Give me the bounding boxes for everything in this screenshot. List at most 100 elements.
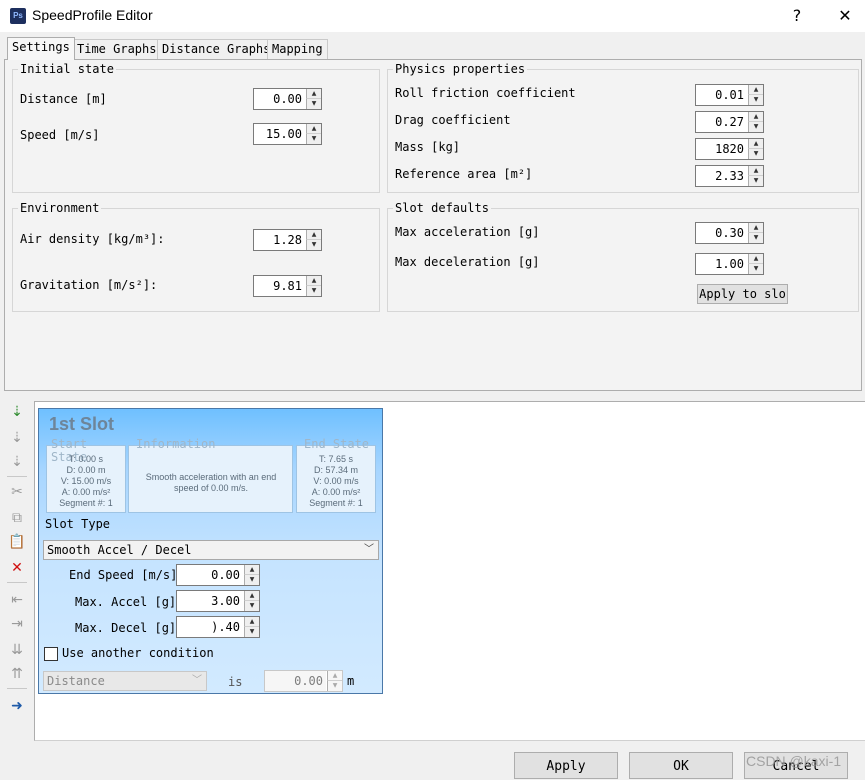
spin-down-icon[interactable]: ▼	[306, 134, 321, 144]
slot-title: 1st Slot	[49, 414, 115, 434]
max-deceleration-spinbox[interactable]: 1.00 ▲ ▼	[695, 253, 764, 275]
distance-value[interactable]: 0.00	[254, 89, 305, 109]
copy-slot-icon[interactable]: ⧉	[7, 508, 27, 528]
merge-icon[interactable]: ⇊	[7, 640, 27, 660]
condition-value-spinbox[interactable]: 0.00 ▲ ▼	[264, 670, 343, 692]
spin-down-icon[interactable]: ▼	[748, 176, 763, 186]
mass-value[interactable]: 1820	[696, 139, 747, 159]
move-left-icon[interactable]: ⇤	[7, 590, 27, 610]
spin-down-icon[interactable]: ▼	[748, 149, 763, 159]
roll-friction-spinbox[interactable]: 0.01 ▲ ▼	[695, 84, 764, 106]
insert-slot-after-icon[interactable]: ⇣	[7, 452, 27, 472]
end-state-values: T: 7.65 s D: 57.34 m V: 0.00 m/s A: 0.00…	[309, 454, 363, 508]
title-bar: Ps SpeedProfile Editor ? ✕	[0, 0, 865, 32]
max-decel-spinbox[interactable]: ).40 ▲ ▼	[176, 616, 260, 638]
gravitation-value[interactable]: 9.81	[254, 276, 305, 296]
spin-up-icon[interactable]: ▲	[306, 124, 321, 134]
end-speed-spinbox[interactable]: 0.00 ▲ ▼	[176, 564, 260, 586]
max-decel-value[interactable]: ).40	[177, 617, 243, 637]
spin-up-icon[interactable]: ▲	[306, 230, 321, 240]
reference-area-value[interactable]: 2.33	[696, 166, 747, 186]
spin-down-icon[interactable]: ▼	[327, 681, 342, 691]
toolbar-divider	[7, 476, 27, 477]
max-acceleration-spinbox[interactable]: 0.30 ▲ ▼	[695, 222, 764, 244]
drag-coefficient-label: Drag coefficient	[395, 113, 511, 127]
add-slot-icon[interactable]: ⇣	[7, 402, 27, 422]
max-decel-label: Max. Decel [g]:	[75, 621, 184, 635]
spin-up-icon[interactable]: ▲	[748, 139, 763, 149]
spin-up-icon[interactable]: ▲	[327, 671, 342, 681]
delete-slot-icon[interactable]: ✕	[7, 558, 27, 578]
environment-group	[12, 208, 380, 312]
mass-spinbox[interactable]: 1820 ▲ ▼	[695, 138, 764, 160]
gravitation-label: Gravitation [m/s²]:	[20, 278, 158, 292]
move-right-icon[interactable]: ⇥	[7, 614, 27, 634]
max-acceleration-value[interactable]: 0.30	[696, 223, 747, 243]
tab-mapping[interactable]: Mapping	[267, 39, 328, 59]
spin-up-icon[interactable]: ▲	[748, 254, 763, 264]
spin-down-icon[interactable]: ▼	[306, 99, 321, 109]
air-density-label: Air density [kg/m³]:	[20, 232, 165, 246]
spin-up-icon[interactable]: ▲	[306, 276, 321, 286]
help-button[interactable]: ?	[784, 4, 810, 28]
drag-coefficient-value[interactable]: 0.27	[696, 112, 747, 132]
start-state-values: T: 0.00 s D: 0.00 m V: 15.00 m/s A: 0.00…	[59, 454, 113, 508]
drag-coefficient-spinbox[interactable]: 0.27 ▲ ▼	[695, 111, 764, 133]
ok-button[interactable]: OK	[629, 752, 733, 779]
tab-settings[interactable]: Settings	[7, 37, 75, 60]
use-condition-checkbox[interactable]	[44, 647, 58, 661]
insert-slot-icon[interactable]: ⇣	[7, 428, 27, 448]
condition-field-select[interactable]: Distance ﹀	[43, 671, 207, 691]
speed-spinbox[interactable]: 15.00 ▲ ▼	[253, 123, 322, 145]
spin-up-icon[interactable]: ▲	[748, 223, 763, 233]
spin-down-icon[interactable]: ▼	[748, 233, 763, 243]
spin-down-icon[interactable]: ▼	[748, 95, 763, 105]
spin-up-icon[interactable]: ▲	[306, 89, 321, 99]
information-text: Smooth acceleration with an end speed of…	[145, 472, 277, 493]
tab-time-graphs[interactable]: Time Graphs	[72, 39, 162, 59]
paste-slot-icon[interactable]: 📋	[7, 532, 27, 552]
end-speed-value[interactable]: 0.00	[177, 565, 243, 585]
spin-up-icon[interactable]: ▲	[244, 591, 259, 601]
chevron-down-icon[interactable]: ﹀	[192, 672, 202, 690]
spin-down-icon[interactable]: ▼	[244, 627, 259, 637]
spin-down-icon[interactable]: ▼	[244, 575, 259, 585]
spin-up-icon[interactable]: ▲	[748, 166, 763, 176]
apply-to-slots-button[interactable]: Apply to slo	[697, 284, 788, 304]
spin-up-icon[interactable]: ▲	[748, 112, 763, 122]
roll-friction-value[interactable]: 0.01	[696, 85, 747, 105]
apply-button[interactable]: Apply	[514, 752, 618, 779]
slot-type-select[interactable]: Smooth Accel / Decel ﹀	[43, 540, 379, 560]
distance-spinbox[interactable]: 0.00 ▲ ▼	[253, 88, 322, 110]
spin-up-icon[interactable]: ▲	[244, 565, 259, 575]
condition-is-label: is	[228, 675, 243, 689]
reference-area-spinbox[interactable]: 2.33 ▲ ▼	[695, 165, 764, 187]
physics-title: Physics properties	[393, 62, 528, 76]
speed-value[interactable]: 15.00	[254, 124, 305, 144]
spin-up-icon[interactable]: ▲	[244, 617, 259, 627]
tab-distance-graphs[interactable]: Distance Graphs	[157, 39, 276, 59]
close-button[interactable]: ✕	[832, 4, 858, 28]
air-density-spinbox[interactable]: 1.28 ▲ ▼	[253, 229, 322, 251]
use-condition-label: Use another condition	[62, 646, 214, 660]
cut-slot-icon[interactable]: ✂	[7, 482, 27, 502]
condition-value[interactable]: 0.00	[265, 671, 326, 691]
export-icon[interactable]: ➜	[7, 696, 27, 716]
spin-down-icon[interactable]: ▼	[748, 264, 763, 274]
split-icon[interactable]: ⇈	[7, 664, 27, 684]
end-state-title: End State	[304, 437, 370, 451]
gravitation-spinbox[interactable]: 9.81 ▲ ▼	[253, 275, 322, 297]
spin-down-icon[interactable]: ▼	[748, 122, 763, 132]
max-accel-value[interactable]: 3.00	[177, 591, 243, 611]
air-density-value[interactable]: 1.28	[254, 230, 305, 250]
window-title: SpeedProfile Editor	[32, 7, 153, 23]
spin-down-icon[interactable]: ▼	[244, 601, 259, 611]
spin-up-icon[interactable]: ▲	[748, 85, 763, 95]
spin-down-icon[interactable]: ▼	[306, 286, 321, 296]
max-deceleration-value[interactable]: 1.00	[696, 254, 747, 274]
spin-down-icon[interactable]: ▼	[306, 240, 321, 250]
max-accel-spinbox[interactable]: 3.00 ▲ ▼	[176, 590, 260, 612]
chevron-down-icon[interactable]: ﹀	[364, 541, 374, 559]
slot-card[interactable]: 1st Slot Start State T: 0.00 s D: 0.00 m…	[38, 408, 383, 694]
speed-label: Speed [m/s]	[20, 128, 100, 142]
